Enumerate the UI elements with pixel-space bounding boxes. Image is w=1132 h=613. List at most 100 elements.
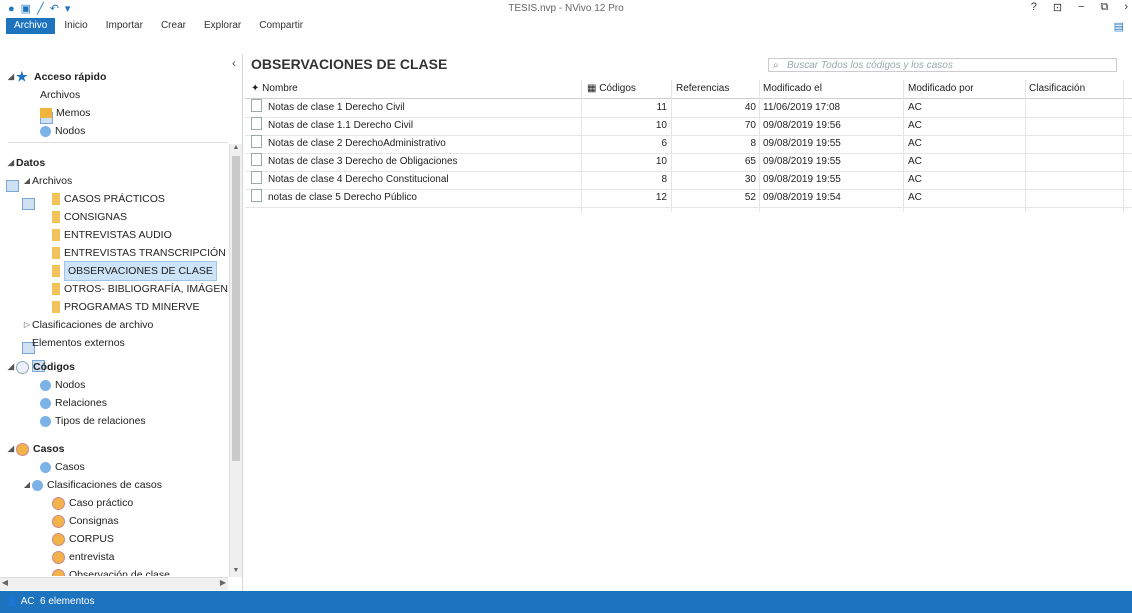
collapse-arrow-icon[interactable]: ◢ [6,358,16,376]
nav-relaciones[interactable]: Relaciones [40,394,107,412]
nav-codigos[interactable]: ◢ Códigos [6,358,75,376]
col-codigos[interactable]: ▦ Códigos [587,80,667,98]
cell-codes: 11 [656,102,667,113]
collapse-arrow-icon[interactable]: ◢ [22,172,32,190]
nav-elementos-externos[interactable]: Elementos externos [32,334,125,372]
comment-icon[interactable]: ▤ [1114,20,1124,33]
cell-by: AC [908,138,922,149]
nav-folder-selected[interactable]: OBSERVACIONES DE CLASE [52,261,217,281]
expand-arrow-icon[interactable]: ▷ [22,316,32,334]
nav-label: PROGRAMAS TD MINERVE [64,301,200,313]
cell-refs: 65 [744,156,756,167]
tab-inicio[interactable]: Inicio [55,18,96,34]
nav-folder[interactable]: ENTREVISTAS AUDIO [52,226,172,244]
nav-label: Tipos de relaciones [55,415,146,427]
nav-datos[interactable]: ◢ Datos [6,154,46,192]
col-label: Códigos [599,83,636,94]
nav-quick-memos[interactable]: Memos [40,104,90,122]
tab-explorar[interactable]: Explorar [195,18,250,34]
help-button[interactable]: ? [1031,1,1037,14]
table-row[interactable]: Notas de clase 1 Derecho Civil 11 40 11/… [245,99,1132,118]
cell-by: AC [908,102,922,113]
collapse-arrow-icon[interactable]: ◢ [6,154,16,172]
cell-name: Notas de clase 1.1 Derecho Civil [251,117,581,135]
collapse-arrow-icon[interactable]: ◢ [6,68,16,86]
folder-icon [52,265,60,277]
nav-nodos[interactable]: Nodos [40,376,85,394]
scroll-down-icon[interactable]: ▼ [232,567,240,577]
document-icon [251,135,262,148]
nav-case-class[interactable]: Consignas [52,512,119,530]
nav-folder[interactable]: ENTREVISTAS TRANSCRIPCIÓN [52,244,226,262]
nav-archivos[interactable]: ◢ Archivos [22,172,72,210]
nav-folder[interactable]: PROGRAMAS TD MINERVE [52,298,200,316]
restore-button[interactable]: ⧉ [1100,1,1108,14]
col-modificado-el[interactable]: Modificado el [763,80,883,98]
node-icon [40,379,51,391]
nav-tipos-relaciones[interactable]: Tipos de relaciones [40,412,146,430]
ribbon-options-button[interactable]: ⊡ [1053,1,1062,14]
col-clasificacion[interactable]: Clasificación [1029,80,1119,98]
nav-casos-item[interactable]: Casos [40,458,85,476]
scroll-up-icon[interactable]: ▲ [232,144,240,154]
table-row[interactable]: notas de clase 5 Derecho Público 12 52 0… [245,189,1132,208]
nav-quick-nodos[interactable]: Nodos [40,122,85,140]
nav-case-class[interactable]: Caso práctico [52,494,133,512]
page-title: OBSERVACIONES DE CLASE [251,56,448,72]
cell-name: Notas de clase 1 Derecho Civil [251,99,581,117]
minimize-button[interactable]: − [1078,1,1084,14]
col-referencias[interactable]: Referencias [676,80,756,98]
document-icon [251,153,262,166]
nav-folder[interactable]: CONSIGNAS [52,208,127,226]
case-class-icon [52,514,65,528]
table-row[interactable]: Notas de clase 2 DerechoAdministrativo 6… [245,135,1132,154]
cell-by: AC [908,156,922,167]
nav-label: Memos [56,107,91,119]
relations-icon [40,397,51,409]
nav-casos[interactable]: ◢ Casos [6,440,65,458]
cell-modified: 09/08/2019 19:56 [763,120,841,131]
folder-icon [52,301,60,313]
data-icon [6,180,19,192]
tab-crear[interactable]: Crear [152,18,195,34]
scroll-right-icon[interactable]: ▶ [218,578,228,590]
tab-archivo[interactable]: Archivo [6,18,56,34]
collapse-arrow-icon[interactable]: ◢ [22,476,32,494]
row-name: Notas de clase 3 Derecho de Obligaciones [268,156,458,167]
scroll-left-icon[interactable]: ◀ [0,578,10,590]
cell-codes: 12 [655,192,667,203]
nav-label: Elementos externos [32,337,125,349]
nav-case-class[interactable]: CORPUS [52,530,114,548]
nav-label: Casos [55,461,85,473]
table-row[interactable]: Notas de clase 1.1 Derecho Civil 10 70 0… [245,117,1132,136]
nav-quick-archivos[interactable]: Archivos [40,86,80,124]
column-divider [1025,80,1026,212]
nav-folder[interactable]: CASOS PRÁCTICOS [52,190,165,208]
nav-clasif-archivo[interactable]: ▷ Clasificaciones de archivo [22,316,153,354]
tab-importar[interactable]: Importar [97,18,152,34]
table-row[interactable]: Notas de clase 3 Derecho de Obligaciones… [245,153,1132,172]
table-row[interactable]: Notas de clase 4 Derecho Constitucional … [245,171,1132,190]
nav-vertical-scrollbar[interactable]: ▲ ▼ [229,144,242,577]
nav-case-class[interactable]: entrevista [52,548,115,566]
close-button[interactable]: › [1124,1,1128,14]
status-bar: 👤 AC 6 elementos [0,591,1132,613]
nav-clasif-casos[interactable]: ◢ Clasificaciones de casos [22,476,162,494]
cell-refs: 70 [744,120,756,131]
detail-view: OBSERVACIONES DE CLASE ⌕ Buscar Todos los… [245,54,1132,591]
col-nombre[interactable]: ✦ Nombre [251,80,581,98]
scroll-thumb[interactable] [232,156,240,461]
nav-quick-access[interactable]: ◢ ★ Acceso rápido [6,68,106,86]
nav-label: Datos [16,157,46,169]
col-modificado-por[interactable]: Modificado por [908,80,1018,98]
search-placeholder: Buscar Todos los códigos y los casos [787,60,953,71]
nav-horizontal-scrollbar[interactable]: ◀ ▶ [0,577,228,590]
nav-label: CONSIGNAS [64,211,128,223]
collapse-arrow-icon[interactable]: ◢ [6,440,16,458]
nav-case-class[interactable]: Observación de clase [52,566,170,576]
nav-folder[interactable]: OTROS- BIBLIOGRAFÍA, IMÁGEN [52,280,228,298]
collapse-pane-icon[interactable]: ‹ [232,56,236,70]
search-input[interactable]: ⌕ Buscar Todos los códigos y los casos [768,58,1117,72]
column-divider [671,80,672,212]
tab-compartir[interactable]: Compartir [250,18,312,34]
